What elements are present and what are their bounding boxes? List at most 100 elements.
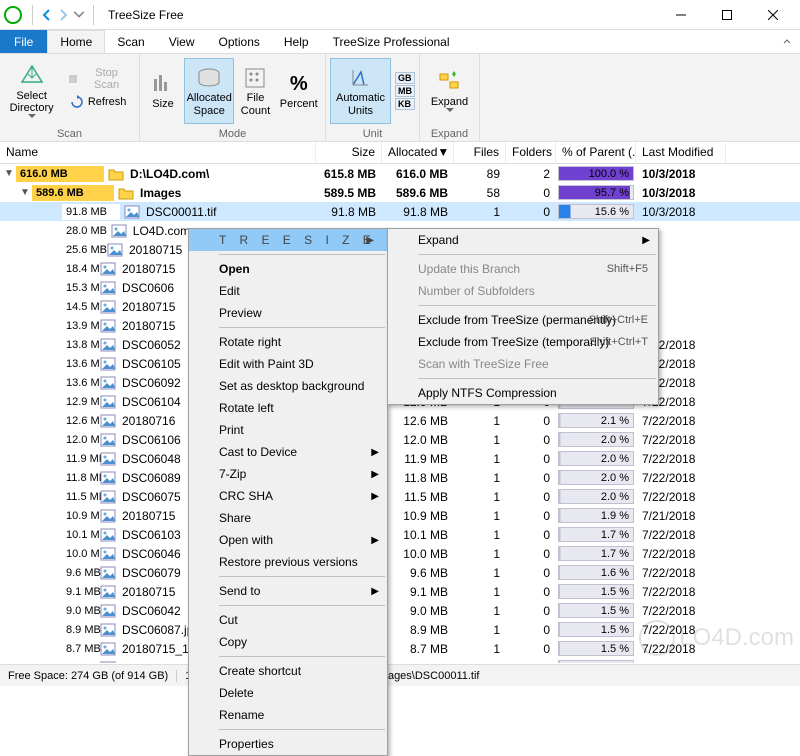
ctx-edit[interactable]: Edit [189, 280, 387, 302]
tab-scan[interactable]: Scan [105, 30, 156, 53]
file-name: DSC06106 [120, 433, 181, 447]
ctx-restore[interactable]: Restore previous versions [189, 551, 387, 573]
table-row[interactable]: ▼ 589.6 MB Images 589.5 MB 589.6 MB 58 0… [0, 183, 800, 202]
sub-scan[interactable]: Scan with TreeSize Free [388, 353, 658, 375]
file-menu[interactable]: File [0, 30, 47, 53]
col-files[interactable]: Files [454, 142, 506, 163]
table-row[interactable]: ▼ 616.0 MB D:\LO4D.com\ 615.8 MB 616.0 M… [0, 164, 800, 183]
image-icon [100, 394, 116, 410]
select-directory-button[interactable]: Select Directory [4, 58, 59, 124]
col-folders[interactable]: Folders [506, 142, 556, 163]
ctx-preview[interactable]: Preview [189, 302, 387, 324]
ctx-7zip[interactable]: 7-Zip▶ [189, 463, 387, 485]
mode-percent-button[interactable]: %Percent [276, 58, 321, 124]
image-icon [100, 489, 116, 505]
ctx-rotate-left[interactable]: Rotate left [189, 397, 387, 419]
maximize-button[interactable] [704, 0, 750, 30]
col-modified[interactable]: Last Modified [636, 142, 726, 163]
ctx-crc[interactable]: CRC SHA▶ [189, 485, 387, 507]
ctx-shortcut[interactable]: Create shortcut [189, 660, 387, 682]
ctx-open[interactable]: Open [189, 258, 387, 280]
image-icon [100, 432, 116, 448]
nav-dropdown[interactable] [71, 7, 87, 23]
mode-size-button[interactable]: Size [144, 58, 182, 124]
context-submenu-treesize: Expand▶ Update this BranchShift+F5 Numbe… [387, 228, 659, 405]
sub-exclude-perm[interactable]: Exclude from TreeSize (permanently)Shift… [388, 309, 658, 331]
table-row[interactable]: 9.0 MB DSC06042 9.0 MB 9.0 MB 1 0 1.5 % … [0, 601, 800, 620]
ctx-send-to[interactable]: Send to▶ [189, 580, 387, 602]
ctx-delete[interactable]: Delete [189, 682, 387, 704]
ctx-properties[interactable]: Properties [189, 733, 387, 755]
ribbon-toggle[interactable] [774, 30, 800, 53]
minimize-button[interactable] [658, 0, 704, 30]
file-name: LO4D.com [131, 224, 190, 238]
file-name: DSC06105 [120, 357, 181, 371]
tab-pro[interactable]: TreeSize Professional [321, 30, 462, 53]
file-name: 20180715 [120, 509, 175, 523]
image-icon [100, 622, 116, 638]
file-name: DSC06042 [120, 604, 181, 618]
sub-exclude-temp[interactable]: Exclude from TreeSize (temporarily)Shift… [388, 331, 658, 353]
stop-scan-button[interactable]: Stop Scan [61, 68, 135, 90]
close-button[interactable] [750, 0, 796, 30]
tab-help[interactable]: Help [272, 30, 321, 53]
tab-options[interactable]: Options [207, 30, 272, 53]
col-pct[interactable]: % of Parent (... [556, 142, 636, 163]
context-menu-main: T R E E S I Z E▶ Open Edit Preview Rotat… [188, 228, 388, 756]
image-icon [100, 451, 116, 467]
nav-back[interactable] [39, 7, 55, 23]
unit-auto-button[interactable]: Automatic Units [330, 58, 391, 124]
ctx-open-with[interactable]: Open with▶ [189, 529, 387, 551]
app-logo [4, 6, 22, 24]
expand-toggle[interactable]: ▼ [18, 187, 32, 198]
image-icon [100, 413, 116, 429]
file-name: DSC00011.tif [144, 205, 216, 219]
table-row[interactable]: 12.6 MB 20180716 12.6 MB 12.6 MB 1 0 2.1… [0, 411, 800, 430]
image-icon [100, 356, 116, 372]
table-row[interactable]: 10.1 MB DSC06103 10.1 MB 10.1 MB 1 0 1.7… [0, 525, 800, 544]
ctx-copy[interactable]: Copy [189, 631, 387, 653]
mode-allocated-button[interactable]: Allocated Space [184, 58, 234, 124]
col-name[interactable]: Name [0, 142, 316, 163]
image-icon [100, 660, 116, 664]
menu-tabs: File Home Scan View Options Help TreeSiz… [0, 30, 800, 54]
sub-ntfs[interactable]: Apply NTFS Compression [388, 382, 658, 404]
table-row[interactable]: 8.3 MB 20180716_181658.jpg 8.3 MB 8.3 MB… [0, 658, 800, 663]
ctx-rotate-right[interactable]: Rotate right [189, 331, 387, 353]
table-row[interactable]: 9.6 MB DSC06079 9.6 MB 9.6 MB 1 0 1.6 % … [0, 563, 800, 582]
ctx-treesize[interactable]: T R E E S I Z E▶ [189, 229, 387, 251]
table-row[interactable]: 11.9 MB DSC06048 11.9 MB 11.9 MB 1 0 2.0… [0, 449, 800, 468]
col-alloc[interactable]: Allocated▼ [382, 142, 454, 163]
ctx-paint3d[interactable]: Edit with Paint 3D [189, 353, 387, 375]
sub-subfolders[interactable]: Number of Subfolders [388, 280, 658, 302]
table-row[interactable]: 11.8 MB DSC06089 11.8 MB 11.8 MB 1 0 2.0… [0, 468, 800, 487]
table-row[interactable]: 10.9 MB 20180715 10.9 MB 10.9 MB 1 0 1.9… [0, 506, 800, 525]
table-row[interactable]: 91.8 MB DSC00011.tif 91.8 MB 91.8 MB 1 0… [0, 202, 800, 221]
image-icon [100, 546, 116, 562]
watermark: LO4D.com [639, 620, 794, 656]
table-row[interactable]: 9.1 MB 20180715 9.1 MB 9.1 MB 1 0 1.5 % … [0, 582, 800, 601]
table-row[interactable]: 11.5 MB DSC06075 11.5 MB 11.5 MB 1 0 2.0… [0, 487, 800, 506]
ctx-cut[interactable]: Cut [189, 609, 387, 631]
table-row[interactable]: 12.0 MB DSC06106 12.0 MB 12.0 MB 1 0 2.0… [0, 430, 800, 449]
refresh-button[interactable]: Refresh [61, 91, 135, 113]
mode-filecount-button[interactable]: File Count [236, 58, 274, 124]
sub-expand[interactable]: Expand▶ [388, 229, 658, 251]
table-row[interactable]: 10.0 MB DSC06046 10.0 MB 10.0 MB 1 0 1.7… [0, 544, 800, 563]
ctx-print[interactable]: Print [189, 419, 387, 441]
tab-view[interactable]: View [157, 30, 207, 53]
file-name: 20180715 [127, 243, 182, 257]
tab-home[interactable]: Home [47, 30, 105, 53]
col-size[interactable]: Size [316, 142, 382, 163]
ctx-desktop-bg[interactable]: Set as desktop background [189, 375, 387, 397]
ctx-share[interactable]: Share [189, 507, 387, 529]
expand-button[interactable]: Expand [424, 58, 475, 124]
expand-toggle[interactable]: ▼ [2, 168, 16, 179]
titlebar: TreeSize Free [0, 0, 800, 30]
file-name: DSC06079 [120, 566, 181, 580]
ctx-cast[interactable]: Cast to Device▶ [189, 441, 387, 463]
image-icon [107, 242, 123, 258]
ctx-rename[interactable]: Rename [189, 704, 387, 726]
sub-update[interactable]: Update this BranchShift+F5 [388, 258, 658, 280]
nav-fwd[interactable] [55, 7, 71, 23]
